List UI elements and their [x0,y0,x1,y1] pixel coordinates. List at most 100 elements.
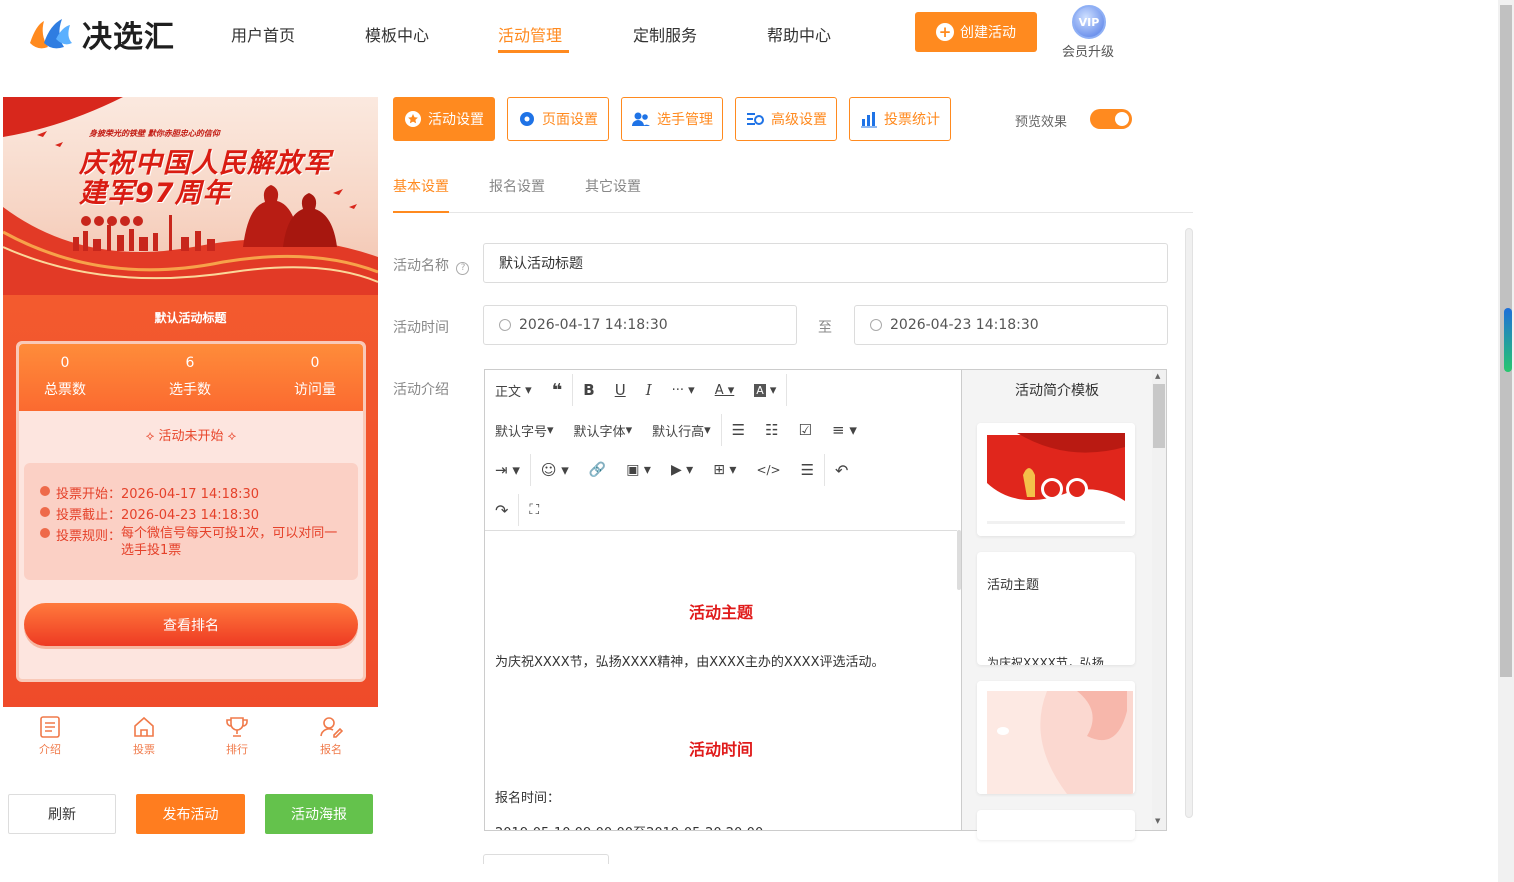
preview-toggle-label: 预览效果 [1015,115,1068,130]
subtab-active-underline [393,211,449,213]
link-icon[interactable]: 🔗 [579,450,616,490]
tabbar-intro[interactable]: 介绍 [20,715,80,757]
nav-activity-management[interactable]: 活动管理 [498,22,562,46]
italic-icon[interactable]: I [636,370,662,410]
tabbar-ranking[interactable]: 排行 [207,715,267,757]
star-circle-icon [405,111,421,127]
gear-icon [520,112,534,126]
nav-home[interactable]: 用户首页 [231,22,295,46]
rich-text-editor[interactable]: 正文 ▾ ❝ B U I ··· ▾ A ▾ A ▾ 默认字号 ▾ 默认字体 ▾ 默… [484,369,962,831]
subtab-signup[interactable]: 报名设置 [489,176,545,196]
paragraph-select[interactable]: 正文 ▾ [485,370,542,410]
tabbar-signup[interactable]: 报名 [301,715,361,757]
nav-custom-service[interactable]: 定制服务 [633,22,697,46]
underline-icon[interactable]: U [605,370,636,410]
undo-icon[interactable]: ↶ [825,450,858,490]
clock-icon [40,486,50,496]
tab-vote-statistics[interactable]: 投票统计 [849,97,951,141]
divider-icon[interactable]: ☰ [791,450,824,490]
template-card[interactable] [977,423,1135,536]
bullet-list-icon[interactable]: ☰ [722,410,755,450]
plus-icon: + [936,23,954,41]
create-activity-label: 创建活动 [960,25,1016,41]
brand-name: 决选汇 [82,20,175,55]
editor-scrollbar[interactable] [957,530,961,590]
vip-icon[interactable]: VIP [1072,5,1106,39]
settings-list-icon [747,113,764,125]
line-height-select[interactable]: 默认行高 ▾ [642,410,721,450]
font-family-select[interactable]: 默认字体 ▾ [564,410,643,450]
stat-visits: 0 访问量 [294,355,336,398]
table-icon[interactable]: ⊞ ▾ [703,450,746,490]
subtab-other[interactable]: 其它设置 [585,176,641,196]
numbered-list-icon[interactable]: ☷ [755,410,788,450]
editor-toolbar-row-1: 正文 ▾ ❝ B U I ··· ▾ A ▾ A ▾ [485,370,788,410]
indent-icon[interactable]: ⇥ ▾ [485,450,530,490]
stat-total-votes: 0 总票数 [44,355,86,398]
create-activity-button[interactable]: + 创建活动 [915,12,1037,52]
redo-icon[interactable]: ↷ [485,490,518,530]
home-icon [134,716,154,737]
code-icon[interactable]: </> [746,450,790,490]
emoji-icon[interactable]: ☺ ▾ [531,450,579,490]
tab-page-settings[interactable]: 页面设置 [507,97,609,141]
logo-icon [22,13,74,55]
view-ranking-button[interactable]: 查看排名 [24,603,358,646]
clock-icon [499,319,511,331]
more-icon[interactable]: ··· ▾ [662,370,705,410]
preview-toggle[interactable] [1090,109,1132,129]
vote-rule-line: 投票规则： 每个微信号每天可投1次，可以对同一 选手投1票 [40,525,337,559]
scroll-up-arrow-icon[interactable]: ▲ [1155,372,1160,380]
template-thumbnail-pink [977,681,1135,794]
editor-toolbar-row-4: ↷ ⛶ [485,490,549,530]
next-field-partial[interactable] [483,854,609,864]
quote-icon[interactable]: ❝ [542,370,573,410]
vote-start-line: 投票开始：2026-04-17 14:18:30 [40,483,259,502]
content-heading-time: 活动时间 [688,740,753,759]
font-color-icon[interactable]: A ▾ [705,370,745,410]
content-paragraph-time-range: 2019-05-10 09:00:00至2019-05-20 20:00 [495,822,763,830]
tab-contestant-management[interactable]: 选手管理 [621,97,723,141]
template-card[interactable] [977,681,1135,794]
clock-icon [870,319,882,331]
vip-upgrade-link[interactable]: 会员升级 [1062,41,1114,60]
align-icon[interactable]: ≡ ▾ [822,410,867,450]
content-paragraph-theme: 为庆祝XXXX节，弘扬XXXX精神，由XXXX主办的XXXX评选活动。 [495,655,885,670]
activity-intro-label: 活动介绍 [393,382,449,398]
publish-activity-button[interactable]: 发布活动 [136,794,245,834]
banner-decoration-dots [81,216,143,226]
nav-help[interactable]: 帮助中心 [767,22,831,46]
activity-name-input[interactable]: 默认活动标题 [483,243,1168,283]
bold-icon[interactable]: B [573,370,604,410]
refresh-button[interactable]: 刷新 [8,794,116,834]
settings-scrollbar[interactable] [1185,228,1193,818]
tab-advanced-settings[interactable]: 高级设置 [735,97,837,141]
nav-templates[interactable]: 模板中心 [365,22,429,46]
template-scrollbar-thumb[interactable] [1153,384,1165,448]
scroll-down-arrow-icon[interactable]: ▼ [1155,817,1160,825]
template-card[interactable]: 活动主题 为庆祝XXXX节，弘扬 [977,552,1135,665]
nav-active-underline [498,50,569,53]
dove-right-icon: ⟡ [227,429,237,444]
end-time-input[interactable]: 2026-04-23 14:18:30 [854,305,1168,345]
template-card[interactable] [977,810,1135,840]
tab-activity-settings[interactable]: 活动设置 [393,97,495,141]
content-paragraph-signup-time: 报名时间： [495,791,561,806]
editor-content[interactable]: 活动主题 为庆祝XXXX节，弘扬XXXX精神，由XXXX主办的XXXX评选活动。… [485,530,957,830]
fullscreen-icon[interactable]: ⛶ [519,490,549,530]
activity-status: ⟡ 活动未开始 ⟡ [145,429,237,444]
template-card-snippet: 为庆祝XXXX节，弘扬 [987,656,1104,665]
logo[interactable]: 决选汇 [22,12,175,56]
activity-poster-button[interactable]: 活动海报 [265,794,373,834]
start-time-input[interactable]: 2026-04-17 14:18:30 [483,305,797,345]
banner-slogan: 身披荣光的铁壁 默你赤胆忠心的信仰 [89,129,220,138]
tabbar-vote[interactable]: 投票 [114,715,174,757]
help-icon[interactable]: ? [456,262,470,275]
todo-list-icon[interactable]: ☑ [789,410,822,450]
background-color-icon[interactable]: A ▾ [744,370,786,410]
subtab-basic[interactable]: 基本设置 [393,176,449,196]
image-icon[interactable]: ▣ ▾ [616,450,661,490]
video-icon[interactable]: ▶ ▾ [661,450,703,490]
template-panel-title: 活动简介模板 [1015,383,1099,399]
font-size-select[interactable]: 默认字号 ▾ [485,410,564,450]
